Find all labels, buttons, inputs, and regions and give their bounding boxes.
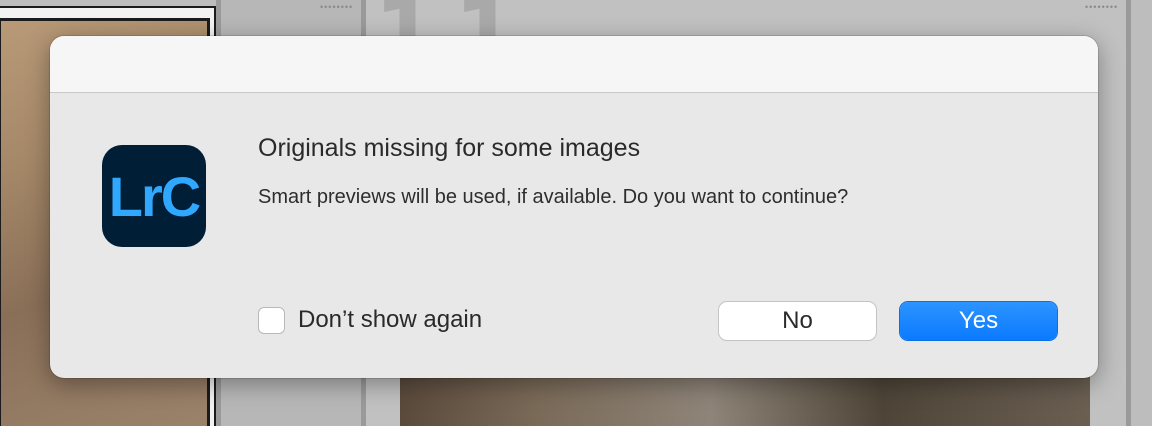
cell-badge-dots: •••••••• bbox=[320, 2, 354, 12]
dont-show-again-checkbox[interactable] bbox=[258, 306, 285, 334]
dialog-message: Smart previews will be used, if availabl… bbox=[258, 186, 849, 208]
alert-dialog: LrC Originals missing for some images Sm… bbox=[50, 36, 1098, 378]
lightroom-classic-app-icon: LrC bbox=[102, 145, 206, 247]
no-button[interactable]: No bbox=[719, 302, 876, 340]
app-icon-text: LrC bbox=[108, 164, 201, 228]
dont-show-again-label[interactable]: Don’t show again bbox=[298, 306, 482, 334]
cell-badge-dots: •••••••• bbox=[1085, 2, 1119, 12]
yes-button[interactable]: Yes bbox=[900, 302, 1057, 340]
dialog-title: Originals missing for some images bbox=[258, 134, 641, 162]
dont-show-again-row[interactable]: Don’t show again bbox=[258, 306, 482, 334]
dialog-titlebar bbox=[50, 36, 1098, 93]
grid-divider bbox=[1126, 0, 1131, 426]
